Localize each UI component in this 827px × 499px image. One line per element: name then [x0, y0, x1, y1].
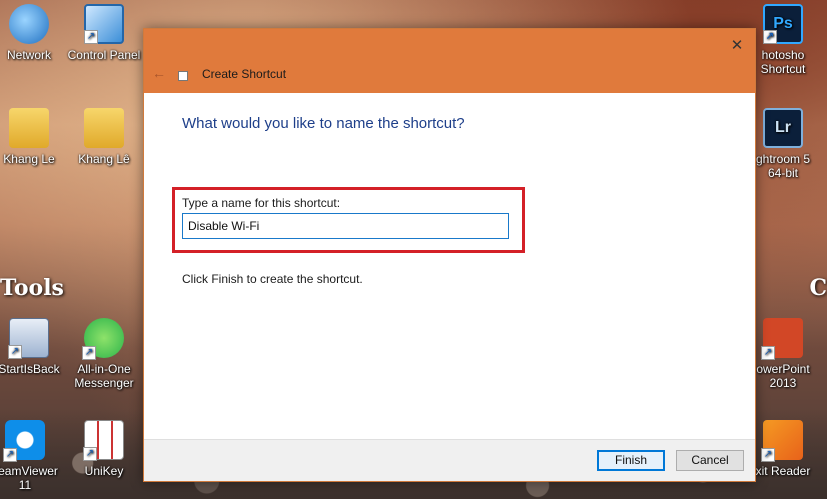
desktop-icon-label: TeamViewer 11 — [0, 464, 58, 492]
desktop-icon-label: hotosho Shortcut — [760, 48, 806, 76]
dialog-footer: Finish Cancel — [144, 439, 755, 481]
dialog-heading: What would you like to name the shortcut… — [182, 115, 465, 132]
dialog-titlebar: ✕ ← Create Shortcut — [144, 29, 755, 93]
desktop-icon-khang-le-2[interactable]: Khang Lê — [67, 108, 141, 166]
unikey-icon — [83, 420, 124, 461]
desktop-icon-label: xit Reader — [755, 464, 811, 478]
finish-hint-text: Click Finish to create the shortcut. — [182, 272, 363, 286]
desktop-icon-unikey[interactable]: UniKey — [67, 420, 141, 478]
desktop-icon-label: StartIsBack — [0, 362, 60, 376]
cancel-button[interactable]: Cancel — [676, 450, 744, 471]
powerpoint-icon — [761, 318, 803, 360]
lightroom-icon: Lr — [763, 108, 803, 148]
desktop-icon-powerpoint[interactable]: owerPoint 2013 — [746, 318, 820, 390]
dialog-content: What would you like to name the shortcut… — [144, 93, 755, 440]
desktop-icon-teamviewer[interactable]: TeamViewer 11 — [0, 420, 62, 492]
desktop-icon-label: Khang Lê — [78, 152, 130, 166]
desktop-icon-khang-le[interactable]: Khang Le — [0, 108, 66, 166]
network-icon — [9, 4, 49, 44]
wallpaper-text-tools: Tools — [0, 275, 64, 301]
close-button[interactable]: ✕ — [725, 35, 749, 57]
control-panel-icon — [84, 4, 124, 44]
wallpaper-text-c: C — [809, 275, 827, 301]
desktop-icon-messenger[interactable]: All-in-One Messenger — [67, 318, 141, 390]
desktop-icon-label: owerPoint 2013 — [756, 362, 810, 390]
create-shortcut-dialog: ✕ ← Create Shortcut What would you like … — [143, 28, 756, 482]
desktop-icon-label: UniKey — [84, 464, 124, 478]
folder-icon — [84, 108, 124, 148]
user-folder-icon — [9, 108, 49, 148]
desktop-icon-control-panel[interactable]: Control Panel — [67, 4, 141, 62]
desktop-icon-label: Network — [6, 48, 51, 62]
finish-button[interactable]: Finish — [597, 450, 665, 471]
photoshop-icon: Ps — [763, 4, 803, 44]
shortcut-name-input[interactable] — [182, 213, 509, 239]
desktop-icon-label: All-in-One Messenger — [74, 362, 134, 390]
teamviewer-icon — [3, 420, 45, 462]
dialog-title: Create Shortcut — [202, 67, 287, 81]
foxit-reader-icon — [761, 420, 803, 462]
desktop-icon-startisback[interactable]: StartIsBack — [0, 318, 66, 376]
desktop-icon-label: Khang Le — [3, 152, 55, 166]
startisback-icon — [8, 318, 49, 359]
desktop-icon-label: Control Panel — [67, 48, 141, 62]
back-arrow-icon[interactable]: ← — [152, 65, 166, 81]
desktop-icon-network[interactable]: Network — [0, 4, 66, 62]
desktop-icon-lightroom[interactable]: Lr ghtroom 5 64-bit — [746, 108, 820, 180]
desktop-icon-label: ghtroom 5 64-bit — [755, 152, 811, 180]
shortcut-name-label: Type a name for this shortcut: — [182, 196, 341, 210]
desktop-icon-foxit-reader[interactable]: xit Reader — [746, 420, 820, 478]
desktop-icon-photoshop[interactable]: Ps hotosho Shortcut — [746, 4, 820, 76]
shortcut-icon — [178, 71, 188, 81]
messenger-icon — [82, 318, 124, 360]
